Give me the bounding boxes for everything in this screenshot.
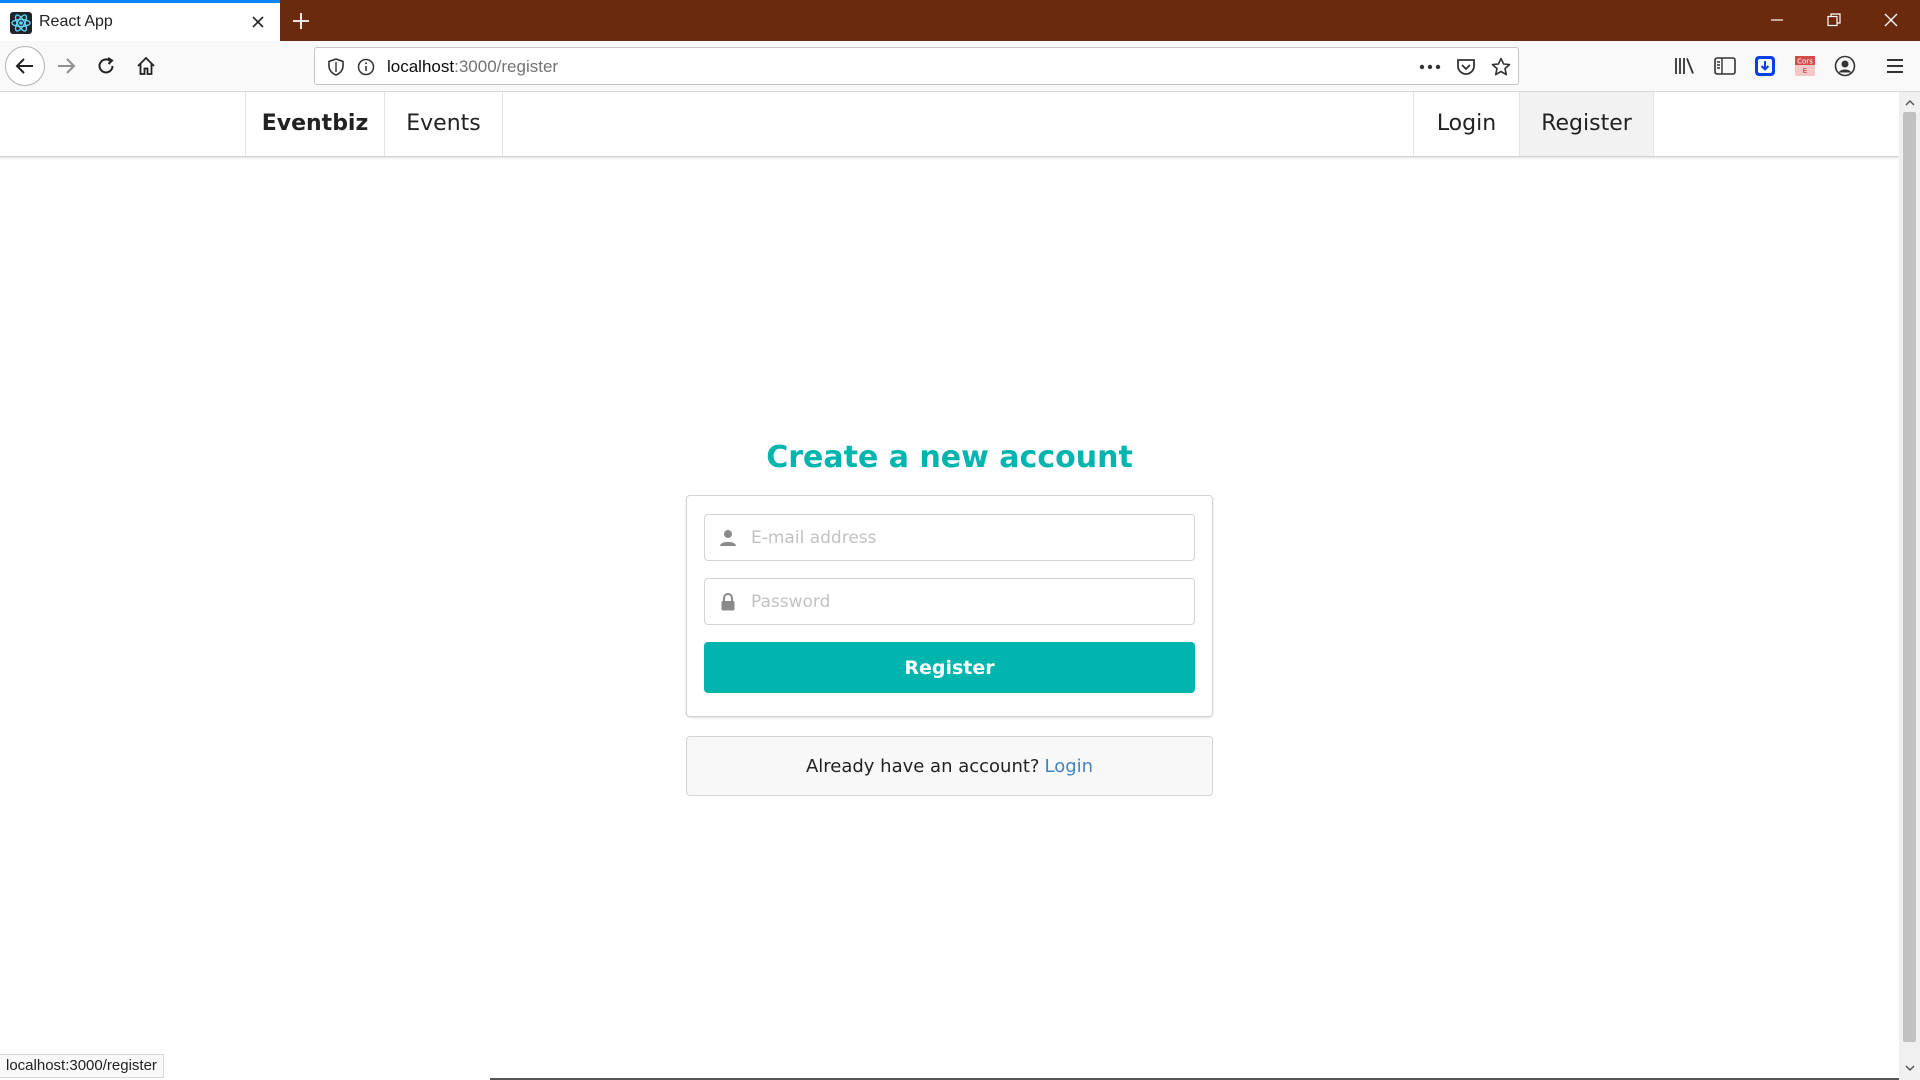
url-bar[interactable]: localhost:3000/register <box>314 47 1519 85</box>
star-icon[interactable] <box>1490 56 1512 78</box>
new-tab-icon[interactable] <box>286 8 316 34</box>
top-menu: Eventbiz Events Login Register <box>0 92 1899 157</box>
info-icon[interactable] <box>355 56 377 78</box>
restore-icon[interactable] <box>1812 6 1856 34</box>
url-host: localhost <box>387 57 455 76</box>
nav-login[interactable]: Login <box>1413 92 1519 156</box>
nav-brand[interactable]: Eventbiz <box>245 92 385 156</box>
scroll-down-icon[interactable] <box>1899 1060 1920 1077</box>
pocket-icon[interactable] <box>1455 56 1477 78</box>
tab-title: React App <box>39 13 113 30</box>
email-input[interactable] <box>751 515 1181 560</box>
cors-extension-icon[interactable]: Cors E <box>1790 51 1820 81</box>
register-button[interactable]: Register <box>704 642 1195 693</box>
register-form: Register <box>686 495 1213 717</box>
minimize-icon[interactable] <box>1755 6 1799 34</box>
browser-tab[interactable]: React App <box>0 0 280 41</box>
reload-icon[interactable] <box>86 46 126 86</box>
home-icon[interactable] <box>126 46 166 86</box>
browser-titlebar: React App <box>0 0 1920 41</box>
password-field[interactable] <box>704 578 1195 625</box>
password-input[interactable] <box>751 579 1181 624</box>
login-link[interactable]: Login <box>1044 756 1093 777</box>
page-content: Eventbiz Events Login Register Create a … <box>0 92 1899 1080</box>
browser-toolbar: localhost:3000/register Cors E <box>0 41 1920 92</box>
download-icon[interactable] <box>1750 51 1780 81</box>
ellipsis-icon[interactable] <box>1419 56 1441 78</box>
nav-events[interactable]: Events <box>385 92 503 156</box>
shield-icon[interactable] <box>325 56 347 78</box>
close-window-icon[interactable] <box>1869 6 1913 34</box>
page-scrollbar[interactable] <box>1899 92 1920 1080</box>
page-title: Create a new account <box>766 440 1133 475</box>
svg-text:Cors: Cors <box>1797 58 1813 66</box>
email-field[interactable] <box>704 514 1195 561</box>
sidebar-icon[interactable] <box>1710 51 1740 81</box>
user-icon <box>718 528 738 548</box>
scroll-up-icon[interactable] <box>1899 94 1920 111</box>
login-message: Already have an account? Login <box>686 736 1213 796</box>
library-icon[interactable] <box>1670 51 1700 81</box>
lock-icon <box>718 592 738 612</box>
scroll-thumb[interactable] <box>1903 112 1916 1042</box>
url-path: :3000/register <box>454 57 559 76</box>
arrow-right-icon[interactable] <box>46 46 86 86</box>
status-bar: localhost:3000/register <box>0 1054 164 1078</box>
close-tab-icon[interactable] <box>247 11 269 33</box>
svg-text:E: E <box>1803 67 1807 75</box>
url-text: localhost:3000/register <box>387 57 558 77</box>
hamburger-icon[interactable] <box>1880 51 1910 81</box>
login-message-text: Already have an account? <box>805 755 1040 777</box>
arrow-left-icon[interactable] <box>5 46 45 86</box>
account-icon[interactable] <box>1830 51 1860 81</box>
nav-register[interactable]: Register <box>1519 92 1654 156</box>
react-icon <box>10 12 32 34</box>
